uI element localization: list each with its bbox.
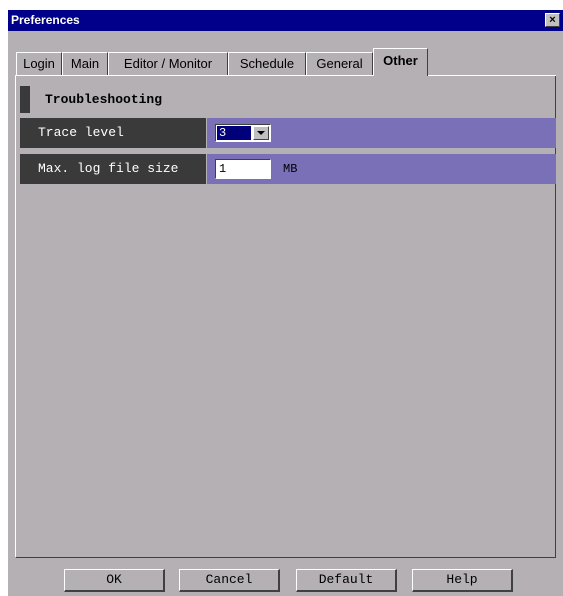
trace-level-dropdown-button[interactable] [253,126,269,140]
max-log-size-input[interactable] [215,159,271,179]
help-button[interactable]: Help [412,569,513,592]
tab-strip: Login Main Editor / Monitor Schedule Gen… [8,48,563,76]
tab-editor-monitor[interactable]: Editor / Monitor [108,52,228,75]
tab-general[interactable]: General [306,52,373,75]
title-bar: Preferences × [8,10,563,31]
cancel-button[interactable]: Cancel [179,569,280,592]
window-title: Preferences [11,13,80,27]
max-log-size-value-area: MB [207,154,556,184]
trace-level-value-area: 3 [207,118,556,148]
trace-level-row: Trace level 3 [20,118,556,148]
default-button[interactable]: Default [296,569,397,592]
trace-level-selected-value: 3 [217,126,251,140]
tab-main[interactable]: Main [62,52,108,75]
ok-button[interactable]: OK [64,569,165,592]
max-log-size-row: Max. log file size MB [20,154,556,184]
tab-other[interactable]: Other [373,48,428,76]
chevron-down-icon [257,131,265,135]
max-log-size-label: Max. log file size [20,154,206,184]
section-title: Troubleshooting [45,92,163,107]
tab-schedule[interactable]: Schedule [228,52,306,75]
close-button[interactable]: × [545,13,560,27]
trace-level-label: Trace level [20,118,206,148]
max-log-size-unit: MB [283,162,298,176]
section-marker [20,86,30,113]
section-header: Troubleshooting [20,86,550,113]
trace-level-select[interactable]: 3 [215,124,271,142]
tab-login[interactable]: Login [16,52,62,75]
tab-panel [15,76,556,558]
close-icon: × [549,14,556,26]
